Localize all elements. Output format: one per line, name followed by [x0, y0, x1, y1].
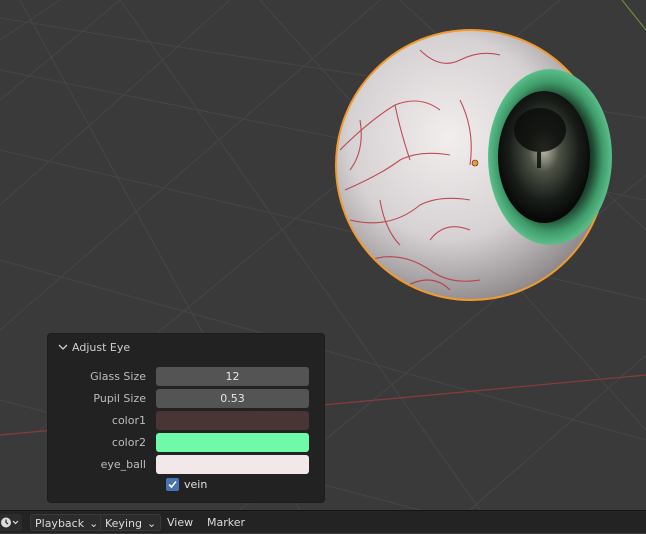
eyeball-object [335, 29, 612, 301]
chevron-down-icon [58, 344, 68, 350]
pupil-size-row: Pupil Size 0.53 [48, 388, 324, 408]
eye-ball-label: eye_ball [100, 457, 146, 471]
vein-checkbox[interactable] [166, 478, 179, 491]
timeline-header: Playback ⌄ Keying ⌄ View Marker [0, 510, 646, 533]
eye-ball-row: eye_ball [48, 454, 324, 474]
view-menu[interactable]: View [163, 514, 197, 531]
glass-size-row: Glass Size 12 [48, 366, 324, 386]
glass-size-label: Glass Size [90, 369, 146, 383]
color2-swatch[interactable] [156, 432, 309, 452]
clock-icon [1, 517, 19, 528]
adjust-eye-panel: Adjust Eye Glass Size 12 Pupil Size 0.53… [47, 333, 325, 503]
panel-title: Adjust Eye [72, 340, 131, 354]
color2-row: color2 [48, 432, 324, 452]
pupil-size-label: Pupil Size [93, 391, 146, 405]
y-axis-line [621, 0, 646, 31]
keying-label: Keying [105, 517, 142, 530]
panel-header[interactable]: Adjust Eye [48, 334, 324, 360]
pupil-size-field[interactable]: 0.53 [156, 388, 309, 408]
color1-label: color1 [111, 413, 146, 427]
playback-menu[interactable]: Playback ⌄ [30, 514, 104, 531]
color1-row: color1 [48, 410, 324, 430]
vein-row: vein [166, 478, 207, 491]
color1-swatch[interactable] [156, 410, 309, 430]
vein-label: vein [184, 478, 208, 491]
editor-type-button[interactable] [0, 514, 22, 531]
marker-menu[interactable]: Marker [203, 514, 249, 531]
chevron-down-icon: ⌄ [89, 517, 99, 530]
playback-label: Playback [35, 517, 85, 530]
color2-label: color2 [111, 435, 146, 449]
chevron-down-icon: ⌄ [146, 517, 157, 530]
glass-size-field[interactable]: 12 [156, 366, 309, 386]
keying-menu[interactable]: Keying ⌄ [100, 514, 162, 531]
eye-ball-swatch[interactable] [156, 454, 309, 474]
checkmark-icon [168, 480, 177, 489]
